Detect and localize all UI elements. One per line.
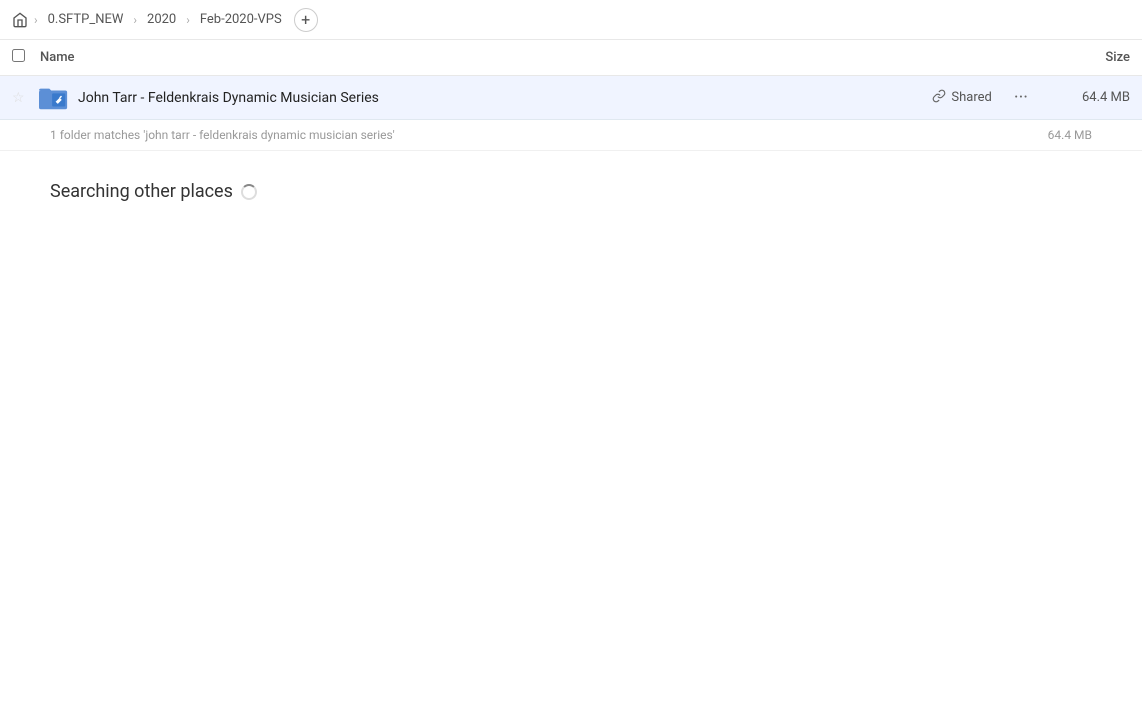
match-info-size: 64.4 MB xyxy=(1048,128,1092,142)
separator-2: › xyxy=(133,13,137,27)
file-size-value: 64.4 MB xyxy=(1050,90,1130,105)
file-name-label: John Tarr - Feldenkrais Dynamic Musician… xyxy=(78,90,932,106)
file-row[interactable]: ☆ John Tarr - Feldenkrais Dynamic Musici… xyxy=(0,76,1142,120)
searching-title: Searching other places xyxy=(50,181,1092,202)
shared-label: Shared xyxy=(951,90,991,105)
more-options-button[interactable]: ··· xyxy=(1008,85,1034,110)
searching-title-text: Searching other places xyxy=(50,181,233,202)
match-info-text: 1 folder matches 'john tarr - feldenkrai… xyxy=(50,128,395,142)
breadcrumb-item-feb[interactable]: Feb-2020-VPS xyxy=(196,10,286,29)
size-column-header: Size xyxy=(1050,50,1130,65)
shared-badge[interactable]: Shared xyxy=(932,89,991,107)
table-header: Name Size xyxy=(0,40,1142,76)
breadcrumb-item-2020[interactable]: 2020 xyxy=(143,10,180,29)
link-icon xyxy=(932,89,946,107)
name-column-header: Name xyxy=(40,50,1050,65)
separator-3: › xyxy=(186,13,190,27)
searching-section: Searching other places xyxy=(0,151,1142,232)
add-breadcrumb-button[interactable]: + xyxy=(294,8,318,32)
match-info-bar: 1 folder matches 'john tarr - feldenkrai… xyxy=(0,120,1142,151)
select-all-checkbox[interactable] xyxy=(12,49,32,66)
folder-icon xyxy=(38,84,70,112)
separator-1: › xyxy=(34,13,38,27)
breadcrumb-item-sftp[interactable]: 0.SFTP_NEW xyxy=(44,10,128,29)
breadcrumb-home[interactable] xyxy=(12,12,28,28)
breadcrumb-bar: › 0.SFTP_NEW › 2020 › Feb-2020-VPS + xyxy=(0,0,1142,40)
loading-spinner xyxy=(241,184,257,200)
star-icon[interactable]: ☆ xyxy=(12,90,32,106)
